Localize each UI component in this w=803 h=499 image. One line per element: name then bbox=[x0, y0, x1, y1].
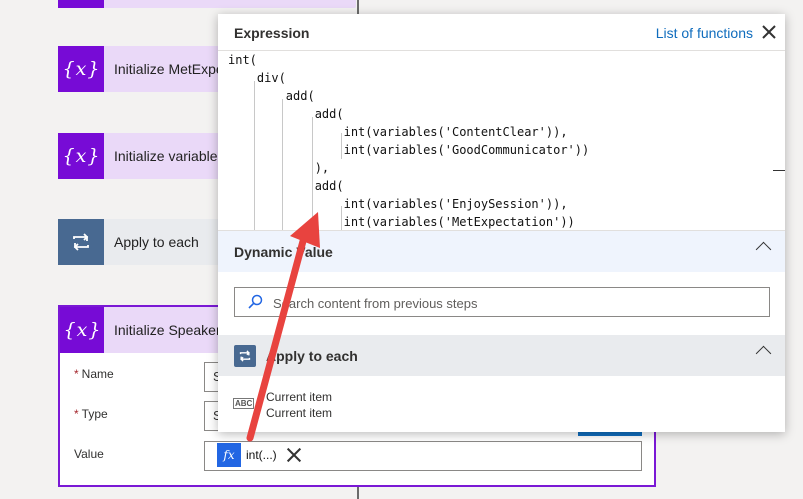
dynamic-content-search[interactable] bbox=[234, 287, 770, 317]
code-line: int(variables('ContentClear')), bbox=[228, 125, 568, 139]
loop-icon bbox=[234, 344, 256, 367]
code-line: add( bbox=[228, 89, 315, 103]
expression-editor[interactable]: int( div( add( add( int(variables('Conte… bbox=[218, 50, 785, 232]
code-line: ), bbox=[228, 161, 330, 175]
expression-panel: Expression List of functions int( div( a… bbox=[218, 14, 785, 432]
code-line: int(variables('MetExpectation')) bbox=[228, 215, 575, 229]
step-label: Apply to each bbox=[114, 234, 199, 250]
variable-icon: {x} bbox=[58, 133, 104, 179]
apply-to-each-section-header[interactable]: Apply to each bbox=[218, 335, 785, 376]
string-type-icon: ABC bbox=[233, 398, 255, 409]
expression-token[interactable]: fx int(...) bbox=[217, 443, 303, 467]
token-text: int(...) bbox=[246, 448, 277, 462]
chevron-up-icon[interactable] bbox=[755, 345, 772, 362]
code-line: add( bbox=[228, 179, 344, 193]
remove-token-icon[interactable] bbox=[285, 446, 303, 464]
code-line: int(variables('GoodCommunicator')) bbox=[228, 143, 590, 157]
dynamic-item-current-item[interactable]: Current item bbox=[266, 406, 332, 420]
loop-icon bbox=[58, 219, 104, 265]
partial-step-card[interactable] bbox=[58, 0, 356, 8]
list-of-functions-link[interactable]: List of functions bbox=[656, 25, 753, 41]
value-label: Value bbox=[74, 447, 104, 461]
step-label: Initialize variable bbox=[114, 148, 218, 164]
variable-icon bbox=[58, 0, 104, 8]
expression-tab[interactable]: Expression bbox=[234, 25, 309, 41]
code-line: div( bbox=[228, 71, 286, 85]
chevron-up-icon[interactable] bbox=[755, 241, 772, 258]
step-label: Initialize MetExpe bbox=[114, 61, 224, 77]
dynamic-item-current-item[interactable]: Current item bbox=[266, 390, 332, 404]
variable-icon: {x} bbox=[60, 307, 104, 353]
fx-icon: fx bbox=[217, 443, 241, 467]
variable-icon: {x} bbox=[58, 46, 104, 92]
code-line: int( bbox=[228, 53, 257, 67]
type-label: * Type bbox=[74, 407, 108, 421]
close-icon[interactable] bbox=[760, 23, 777, 40]
code-line: add( bbox=[228, 107, 344, 121]
dynamic-value-header[interactable]: Dynamic Value bbox=[218, 230, 785, 272]
search-input[interactable] bbox=[271, 292, 755, 314]
name-label: * Name bbox=[74, 367, 114, 381]
editor-scroll-marker bbox=[773, 170, 785, 171]
search-icon bbox=[248, 294, 263, 309]
code-line: int(variables('EnjoySession')), bbox=[228, 197, 568, 211]
card-title: Initialize Speaker bbox=[114, 322, 221, 338]
